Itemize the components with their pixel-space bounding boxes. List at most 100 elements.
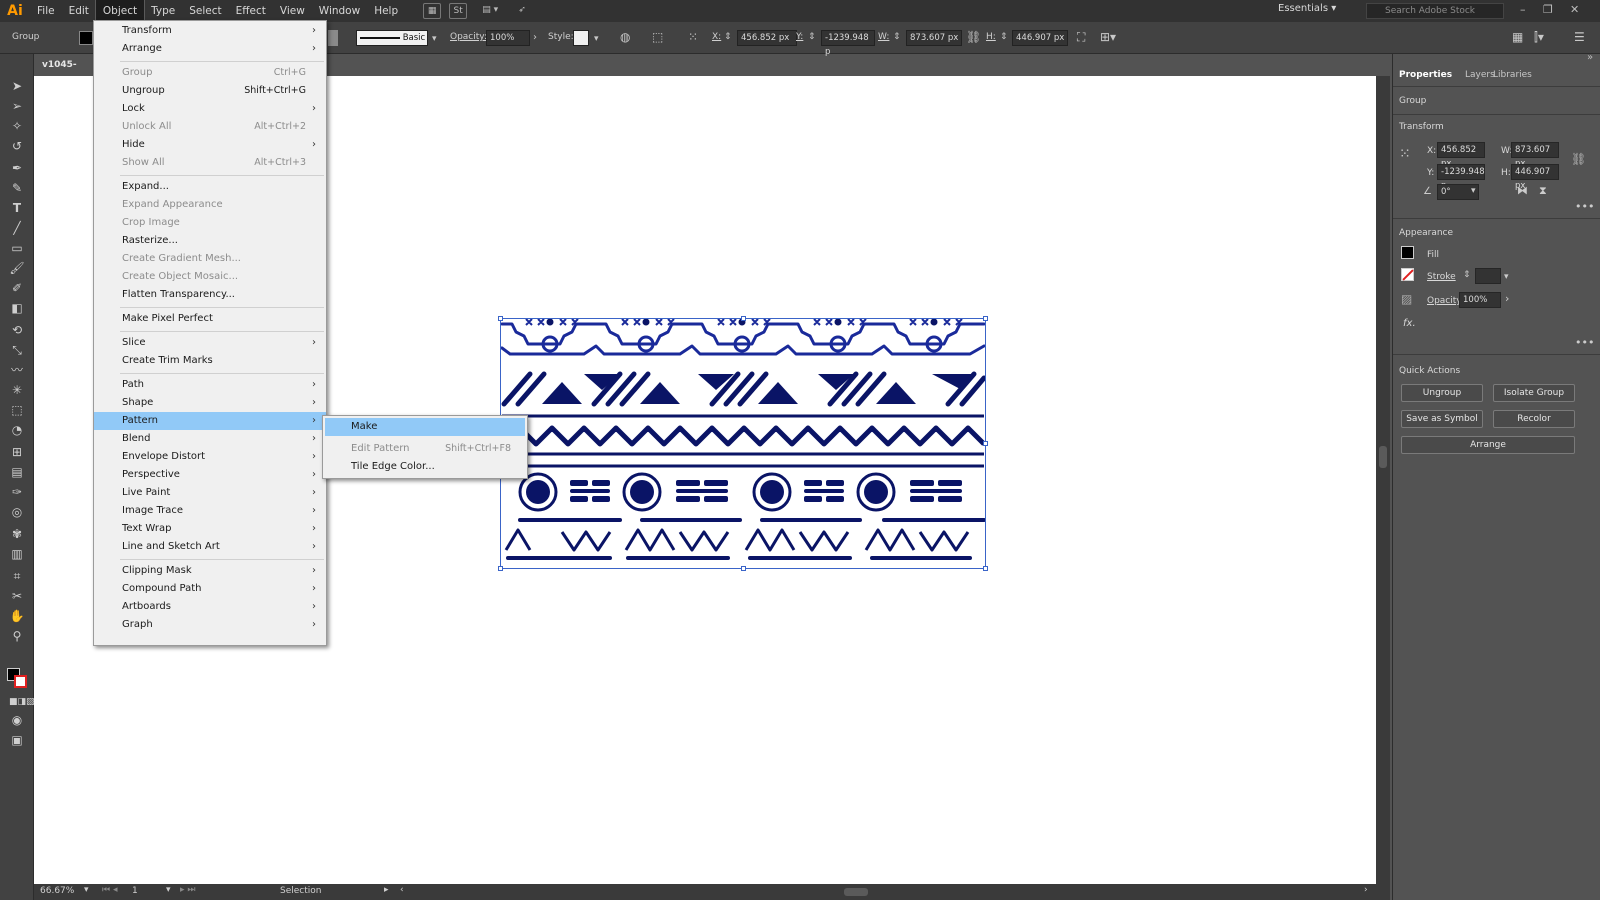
recolor-artwork-icon[interactable]: ◍: [620, 30, 630, 44]
menu-item-make-pixel-perfect[interactable]: Make Pixel Perfect: [94, 310, 326, 328]
zoom-tool-icon[interactable]: ⚲: [9, 628, 25, 644]
selection-handle[interactable]: [983, 316, 988, 321]
align-panel-icon[interactable]: ⫿▾: [1534, 30, 1544, 45]
opacity-field[interactable]: 100%: [1459, 292, 1501, 308]
chevron-down-icon[interactable]: ▾: [594, 34, 599, 44]
tab-libraries[interactable]: Libraries: [1493, 70, 1532, 80]
menu-item-text-wrap[interactable]: Text Wrap ›: [94, 520, 326, 538]
y-stepper-icon[interactable]: ⇕: [808, 32, 816, 42]
curvature-tool-icon[interactable]: ✎: [9, 180, 25, 196]
line-tool-icon[interactable]: ╱: [9, 220, 25, 236]
first-artboard-icon[interactable]: ⏮ ◂: [102, 885, 117, 895]
w-stepper-icon[interactable]: ⇕: [893, 32, 901, 42]
graphic-style-swatch[interactable]: [573, 30, 589, 46]
menu-item-show-all[interactable]: Show All Alt+Ctrl+3: [94, 154, 326, 172]
y-position-field[interactable]: -1239.948 p: [1437, 164, 1485, 191]
submenu-item-make[interactable]: Make: [325, 418, 525, 436]
flip-horizontal-icon[interactable]: ⧓: [1517, 184, 1528, 197]
chevron-down-icon[interactable]: ▾: [1471, 186, 1476, 196]
drawing-mode-icon[interactable]: ◉: [9, 712, 25, 728]
symbol-sprayer-icon[interactable]: ✾: [9, 526, 25, 542]
menu-item-envelope-distort[interactable]: Envelope Distort ›: [94, 448, 326, 466]
menu-item-unlock-all[interactable]: Unlock All Alt+Ctrl+2: [94, 118, 326, 136]
artboard-number[interactable]: 1: [132, 886, 138, 896]
menu-item-crop-image[interactable]: Crop Image: [94, 214, 326, 232]
menu-view[interactable]: View: [273, 0, 312, 22]
stock-icon[interactable]: St: [449, 3, 468, 19]
panel-collapse-icon[interactable]: »: [1587, 52, 1593, 63]
tab-layers[interactable]: Layers: [1465, 70, 1495, 80]
more-options-icon[interactable]: •••: [1575, 200, 1594, 213]
selection-tool-icon[interactable]: ➤: [9, 78, 25, 94]
menu-item-line-and-sketch-art[interactable]: Line and Sketch Art ›: [94, 538, 326, 556]
close-icon[interactable]: ✕: [1570, 3, 1579, 16]
fill-swatch[interactable]: [79, 31, 93, 45]
menu-effect[interactable]: Effect: [229, 0, 273, 22]
isolate-icon[interactable]: ⊞▾: [1100, 30, 1116, 44]
opacity-field[interactable]: 100%: [486, 30, 530, 46]
menu-item-pattern[interactable]: Pattern ›: [94, 412, 326, 430]
align-to-icon[interactable]: ⬚: [652, 30, 663, 44]
fill-swatch[interactable]: [1401, 246, 1414, 259]
menu-item-graph[interactable]: Graph ›: [94, 616, 326, 634]
status-menu-arrow-icon[interactable]: ▸: [384, 885, 389, 895]
stroke-swatch[interactable]: [1401, 268, 1414, 281]
reference-point-icon[interactable]: ⁙: [688, 30, 698, 44]
lasso-tool-icon[interactable]: ↺: [9, 138, 25, 154]
color-mode-icon[interactable]: ■◨▨: [9, 694, 35, 710]
menu-item-expand[interactable]: Expand...: [94, 178, 326, 196]
arrange-button[interactable]: Arrange: [1401, 436, 1575, 454]
flip-vertical-icon[interactable]: ⧗: [1539, 184, 1547, 198]
variable-width-profile[interactable]: Basic: [356, 30, 428, 46]
opacity-label[interactable]: Opacity:: [450, 32, 487, 42]
horizontal-scroll-thumb[interactable]: [844, 888, 868, 896]
direct-selection-tool-icon[interactable]: ➢: [9, 98, 25, 114]
fx-label[interactable]: fx.: [1403, 318, 1416, 329]
menu-item-clipping-mask[interactable]: Clipping Mask ›: [94, 562, 326, 580]
menu-item-group[interactable]: Group Ctrl+G: [94, 64, 326, 82]
menu-item-slice[interactable]: Slice ›: [94, 334, 326, 352]
pen-tool-icon[interactable]: ✒: [9, 160, 25, 176]
magic-wand-icon[interactable]: ✧: [9, 118, 25, 134]
free-transform-icon[interactable]: ⬚: [9, 402, 25, 418]
rectangle-tool-icon[interactable]: ▭: [9, 240, 25, 256]
workspace-switcher[interactable]: Essentials ▾: [1278, 3, 1336, 14]
blend-tool-icon[interactable]: ◎: [9, 504, 25, 520]
tribal-pattern-artwork[interactable]: [500, 318, 986, 569]
isolate-group-button[interactable]: Isolate Group: [1493, 384, 1575, 402]
transform-icon[interactable]: ⛶: [1077, 30, 1085, 45]
submenu-item-edit-pattern[interactable]: Edit Pattern Shift+Ctrl+F8: [325, 440, 525, 458]
selection-handle[interactable]: [498, 316, 503, 321]
puppet-warp-icon[interactable]: ✳: [9, 382, 25, 398]
width-field[interactable]: 873.607 px: [1511, 142, 1559, 169]
perspective-grid-icon[interactable]: ⊞: [9, 444, 25, 460]
y-position-field[interactable]: -1239.948 p: [821, 30, 875, 57]
menu-item-lock[interactable]: Lock ›: [94, 100, 326, 118]
minimize-icon[interactable]: –: [1520, 3, 1526, 16]
ungroup-button[interactable]: Ungroup: [1401, 384, 1483, 402]
h-stepper-icon[interactable]: ⇕: [1000, 32, 1008, 42]
menu-item-blend[interactable]: Blend ›: [94, 430, 326, 448]
height-field[interactable]: 446.907 px: [1511, 164, 1559, 191]
menu-help[interactable]: Help: [367, 0, 405, 22]
constrain-proportions-icon[interactable]: ⛓: [1571, 152, 1586, 166]
menu-type[interactable]: Type: [144, 0, 182, 22]
menu-edit[interactable]: Edit: [62, 0, 96, 22]
menu-item-image-trace[interactable]: Image Trace ›: [94, 502, 326, 520]
stroke-weight-field[interactable]: [328, 30, 338, 46]
scroll-left-icon[interactable]: ‹: [400, 885, 404, 895]
menu-item-rasterize[interactable]: Rasterize...: [94, 232, 326, 250]
chevron-down-icon[interactable]: ▾: [166, 885, 171, 895]
menu-item-path[interactable]: Path ›: [94, 376, 326, 394]
menu-window[interactable]: Window: [312, 0, 367, 22]
scroll-thumb[interactable]: [1379, 446, 1387, 468]
shaper-tool-icon[interactable]: ✐: [9, 280, 25, 296]
arrange-documents-icon[interactable]: ▤ ▾: [475, 3, 505, 19]
menu-item-perspective[interactable]: Perspective ›: [94, 466, 326, 484]
tab-properties[interactable]: Properties: [1399, 70, 1452, 80]
eraser-tool-icon[interactable]: ◧: [9, 300, 25, 316]
zoom-level[interactable]: 66.67%: [40, 886, 74, 896]
vertical-scrollbar[interactable]: [1376, 76, 1390, 884]
column-graph-tool-icon[interactable]: ▥: [9, 546, 25, 562]
stroke-label[interactable]: Stroke: [1427, 272, 1456, 282]
